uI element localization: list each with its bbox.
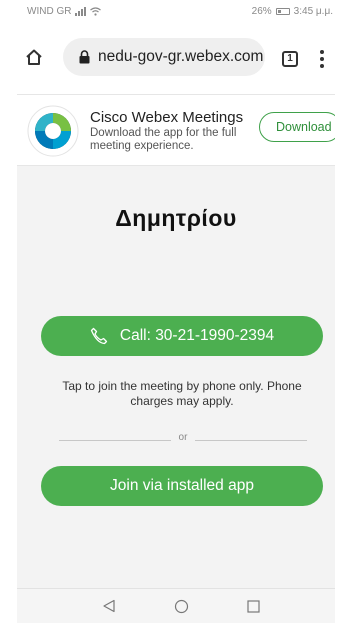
join-app-button[interactable]: Join via installed app (41, 466, 323, 506)
signal-icon (75, 6, 87, 16)
banner-title: Cisco Webex Meetings (90, 109, 244, 126)
tabs-button[interactable]: 1 (282, 51, 298, 67)
home-icon[interactable] (25, 48, 43, 66)
recent-apps-icon[interactable] (247, 600, 260, 613)
download-button[interactable]: Download (259, 112, 335, 142)
phone-icon (90, 327, 108, 345)
more-vert-icon[interactable] (319, 50, 325, 68)
nav-home-icon[interactable] (174, 599, 189, 614)
banner-description: Download the app for the full meeting ex… (90, 127, 237, 152)
address-bar[interactable]: nedu-gov-gr.webex.com (63, 38, 265, 76)
status-right: 26% 3:45 μ.μ. (252, 6, 333, 17)
battery-percent: 26% (251, 5, 272, 17)
status-left: WIND GR (27, 5, 102, 17)
browser-toolbar: nedu-gov-gr.webex.com 1 (17, 22, 335, 94)
call-button-label: Call: 30-21-1990-2394 (119, 327, 275, 344)
carrier-label: WIND GR (27, 5, 72, 17)
back-icon[interactable] (102, 599, 116, 613)
lock-icon (79, 50, 90, 64)
call-button[interactable]: Call: 30-21-1990-2394 (41, 316, 323, 356)
meeting-title: Δημητρίου (115, 205, 237, 231)
divider-left (59, 440, 171, 441)
phone-charges-note: Tap to join the meeting by phone only. P… (62, 379, 302, 408)
status-bar: WIND GR 26% 3:45 μ.μ. (17, 0, 335, 22)
phone-screen: WIND GR 26% 3:45 μ.μ. nedu-gov-gr.webex.… (17, 0, 335, 623)
or-label: or (178, 432, 188, 443)
divider-right (195, 440, 307, 441)
app-download-banner: Cisco Webex Meetings Download the app fo… (17, 94, 335, 166)
webex-logo-icon (27, 105, 79, 157)
battery-icon (275, 7, 290, 15)
clock: 3:45 μ.μ. (293, 5, 333, 17)
navigation-bar (17, 588, 335, 623)
wifi-icon (90, 6, 102, 16)
url-text: nedu-gov-gr.webex.com (98, 48, 264, 65)
